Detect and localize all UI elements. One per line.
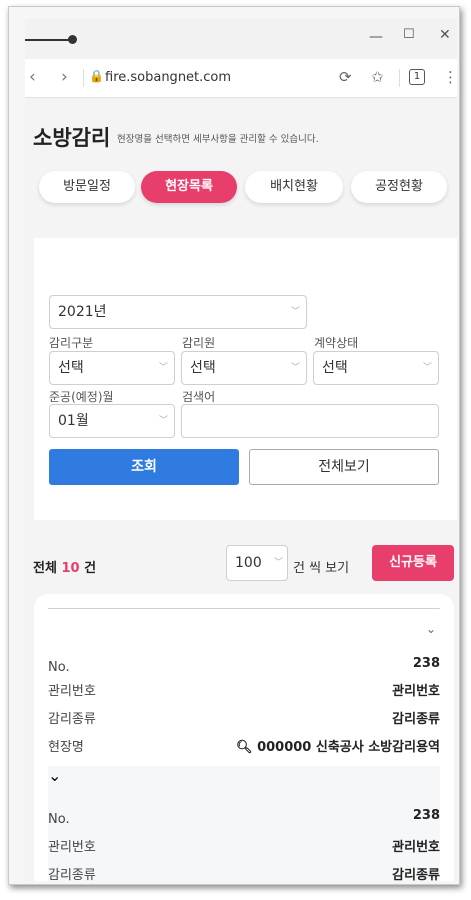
record-kind-value: 감리종류 <box>392 868 440 881</box>
record-site-row: 현장명 🔍︎ 000000 신축공사 소방감리용역 <box>48 736 440 760</box>
total-suffix: 건 <box>84 561 97 576</box>
completion-month-select[interactable]: 01월 ﹀ <box>49 404 175 438</box>
divider <box>399 69 400 87</box>
record-kind-label: 감리종류 <box>48 868 96 881</box>
record-card[interactable]: ⌄ No. 238 관리번호 관리번호 감리종류 감리종류 현장명 🔍︎ 000… <box>48 616 440 764</box>
record-site-label: 현장명 <box>48 740 84 755</box>
total-prefix: 전체 <box>33 561 57 576</box>
per-page-label: 건 씩 보기 <box>293 561 350 576</box>
tab-visit-schedule[interactable]: 방문일정 <box>39 171 135 203</box>
record-no-row: No. 238 <box>48 656 440 680</box>
back-icon[interactable]: ‹ <box>29 67 36 87</box>
reload-icon[interactable]: ⟳ <box>339 68 352 86</box>
search-icon: 🔍︎ <box>236 740 253 755</box>
page-title: 소방감리 <box>33 126 111 150</box>
total-count: 전체 10 건 <box>33 557 96 576</box>
address-bar: ‹ › 🔒 fire.sobangnet.com ⟳ ✩ 1 ⋮ <box>25 59 457 98</box>
per-page-select[interactable]: 100 ﹀ <box>226 545 288 581</box>
lock-icon: 🔒 <box>89 69 104 83</box>
tab-site-list[interactable]: 현장목록 <box>141 171 237 203</box>
record-kind-row: 감리종류 감리종류 <box>48 708 440 732</box>
search-input[interactable] <box>181 404 439 438</box>
contract-status-value: 선택 <box>322 360 348 376</box>
record-list: ⌄ No. 238 관리번호 관리번호 감리종류 감리종류 현장명 🔍︎ 000… <box>34 594 454 881</box>
tab-dot[interactable] <box>68 35 77 44</box>
chevron-down-icon: ﹀ <box>422 363 432 373</box>
record-no-value: 238 <box>412 808 440 823</box>
chevron-down-icon: ﹀ <box>158 416 168 426</box>
record-site-link[interactable]: 🔍︎ 000000 신축공사 소방감리용역 <box>236 736 440 755</box>
chevron-down-icon[interactable]: ⌄ <box>426 622 436 636</box>
completion-month-value: 01월 <box>58 413 89 429</box>
chevron-down-icon: ﹀ <box>290 363 300 373</box>
chevron-down-icon: ﹀ <box>158 363 168 373</box>
year-select[interactable]: 2021년 ﹀ <box>49 295 307 329</box>
maximize-icon[interactable]: ☐ <box>403 27 415 42</box>
tab-strip-line <box>25 39 71 41</box>
chevron-down-icon: ﹀ <box>273 558 283 568</box>
chevron-down-icon[interactable]: ⌄ <box>48 766 61 785</box>
completion-month-label: 준공(예정)월 <box>49 390 114 404</box>
record-card[interactable]: ⌄ No. 238 관리번호 관리번호 감리종류 감리종류 <box>48 766 440 881</box>
supervision-type-select[interactable]: 선택 ﹀ <box>49 351 175 385</box>
url-text[interactable]: fire.sobangnet.com <box>105 70 231 85</box>
tab-count-icon[interactable]: 1 <box>409 69 425 85</box>
supervision-type-label: 감리구분 <box>49 336 94 350</box>
minimize-icon[interactable]: — <box>369 29 383 45</box>
page-subtitle: 현장명을 선택하면 세부사항을 관리할 수 있습니다. <box>117 134 319 145</box>
contract-status-label: 계약상태 <box>314 336 359 350</box>
title-bar: — ☐ ✕ <box>25 19 457 59</box>
supervision-type-value: 선택 <box>58 360 84 376</box>
year-value: 2021년 <box>58 304 107 320</box>
view-all-button[interactable]: 전체보기 <box>249 449 439 485</box>
record-mgmt-row: 관리번호 관리번호 <box>48 836 440 860</box>
browser-window: — ☐ ✕ ‹ › 🔒 fire.sobangnet.com ⟳ ✩ 1 ⋮ 소… <box>25 19 457 881</box>
supervisor-select[interactable]: 선택 ﹀ <box>181 351 307 385</box>
record-kind-label: 감리종류 <box>48 712 96 727</box>
page-content: 소방감리 현장명을 선택하면 세부사항을 관리할 수 있습니다. 방문일정 현장… <box>25 98 457 881</box>
record-kind-row: 감리종류 감리종류 <box>48 864 440 881</box>
extensions-icon[interactable]: ✩ <box>371 68 384 86</box>
chevron-down-icon: ﹀ <box>290 307 300 317</box>
screenshot-frame: — ☐ ✕ ‹ › 🔒 fire.sobangnet.com ⟳ ✩ 1 ⋮ 소… <box>8 6 460 885</box>
tab-deployment-status[interactable]: 배치현황 <box>245 171 343 203</box>
new-register-button[interactable]: 신규등록 <box>372 545 454 581</box>
record-site-value: 000000 신축공사 소방감리용역 <box>257 740 440 755</box>
record-mgmt-row: 관리번호 관리번호 <box>48 680 440 704</box>
record-no-row: No. 238 <box>48 808 440 832</box>
filter-panel: 2021년 ﹀ 감리구분 감리원 계약상태 선택 ﹀ 선택 ﹀ 선택 ﹀ 준공(… <box>34 238 457 520</box>
forward-icon[interactable]: › <box>61 67 68 87</box>
search-button[interactable]: 조회 <box>49 449 239 485</box>
per-page-value: 100 <box>235 555 262 571</box>
menu-icon[interactable]: ⋮ <box>443 68 457 86</box>
record-mgmt-label: 관리번호 <box>48 840 96 855</box>
record-mgmt-label: 관리번호 <box>48 684 96 699</box>
supervisor-value: 선택 <box>190 360 216 376</box>
divider <box>83 69 84 87</box>
search-label: 검색어 <box>182 390 216 404</box>
contract-status-select[interactable]: 선택 ﹀ <box>313 351 439 385</box>
close-icon[interactable]: ✕ <box>439 27 451 43</box>
record-mgmt-value: 관리번호 <box>392 840 440 855</box>
supervisor-label: 감리원 <box>182 336 216 350</box>
record-no-value: 238 <box>412 656 440 671</box>
total-number: 10 <box>61 561 80 576</box>
tab-progress-status[interactable]: 공정현황 <box>351 171 447 203</box>
divider <box>48 608 440 609</box>
record-mgmt-value: 관리번호 <box>392 684 440 699</box>
record-no-label: No. <box>48 812 70 827</box>
record-no-label: No. <box>48 660 70 675</box>
record-kind-value: 감리종류 <box>392 712 440 727</box>
